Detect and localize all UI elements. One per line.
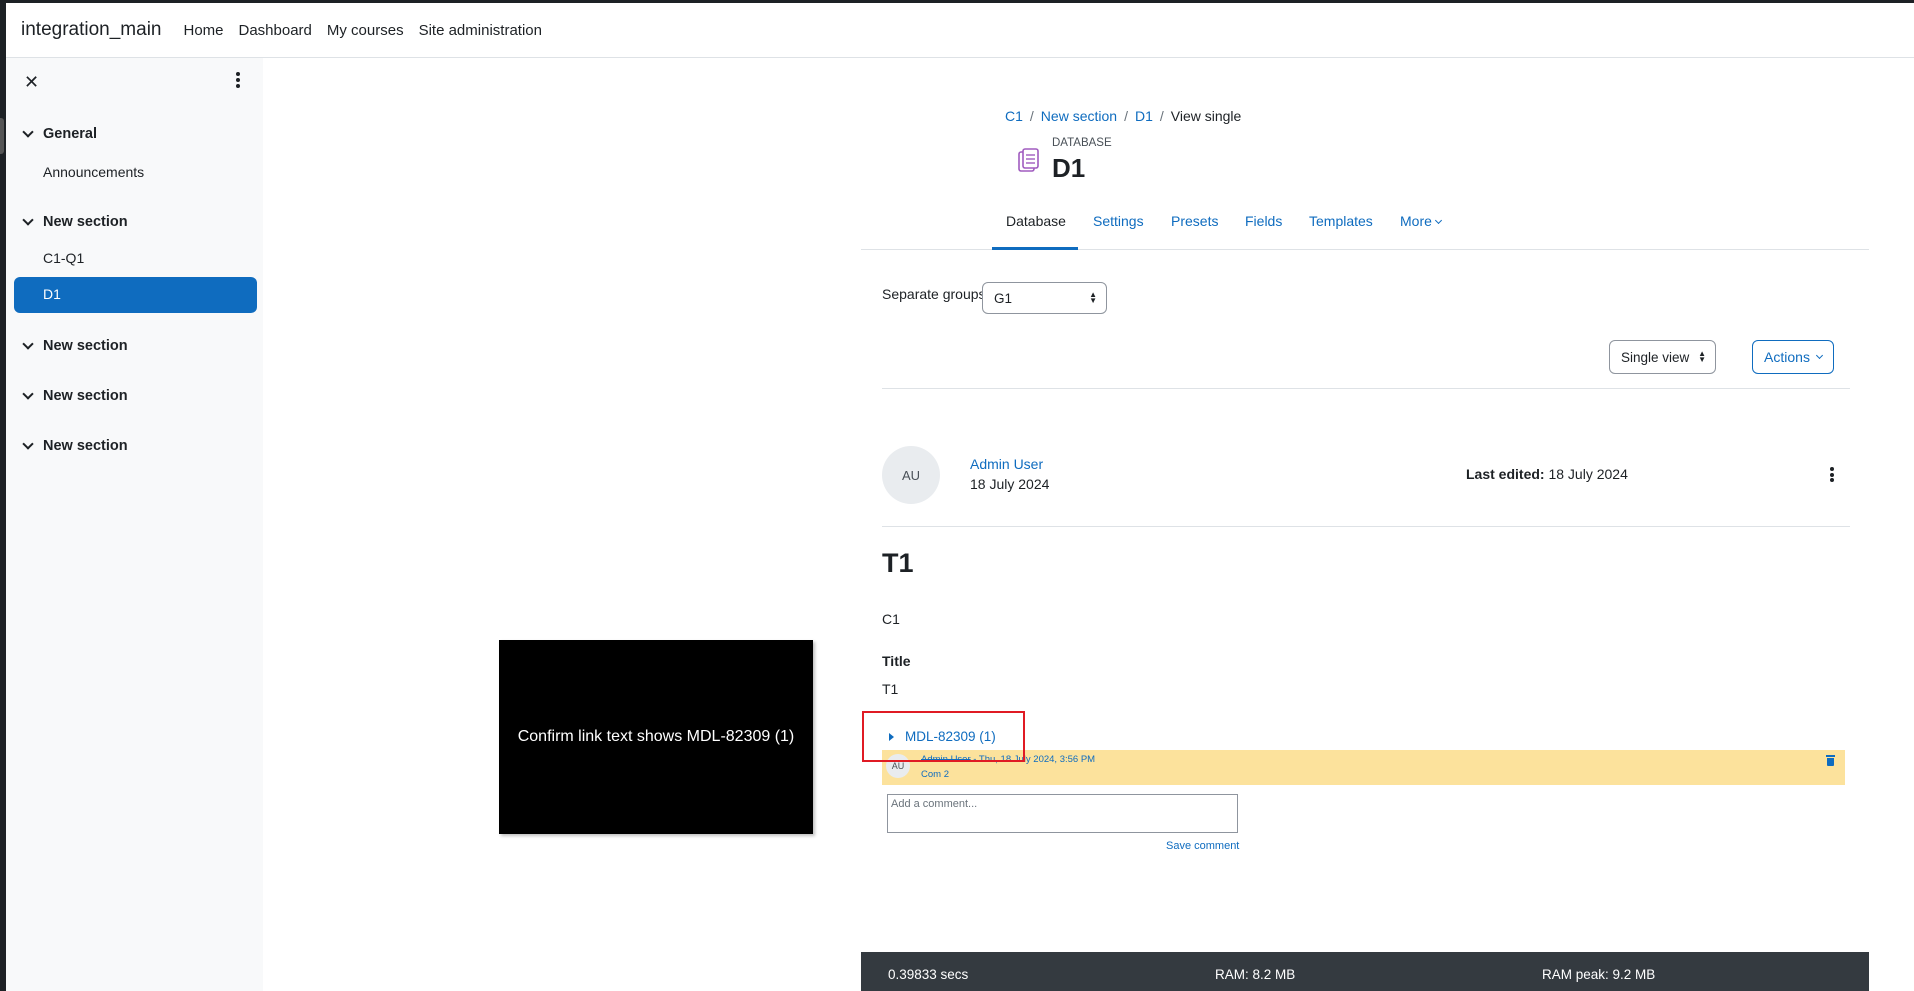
chevron-down-icon [22,213,34,226]
module-type-label: DATABASE [1052,137,1112,149]
footer-time: 0.39833 secs [888,967,969,982]
sidebar-item-c1-q1[interactable]: C1-Q1 [43,250,84,266]
section-title: New section [43,388,128,404]
nav-dashboard[interactable]: Dashboard [239,22,312,39]
divider [882,388,1850,389]
section-title: General [43,126,97,142]
database-icon [1018,148,1039,172]
breadcrumb: C1 / New section / D1 / View single [1005,108,1241,124]
chevron-down-icon [22,437,34,450]
actions-label: Actions [1764,349,1810,365]
breadcrumb-separator: / [1029,108,1034,124]
chevron-down-icon [22,387,34,400]
comment-input[interactable] [887,794,1238,833]
chevron-down-icon [22,337,34,350]
drawer-options-icon[interactable] [236,72,240,90]
delete-comment-icon[interactable] [1826,755,1835,766]
section-new-section-3[interactable]: New section [22,387,128,404]
primary-navigation: Home Dashboard My courses Site administr… [183,22,557,39]
breadcrumb-separator: / [1124,108,1128,124]
footer-ram: RAM: 8.2 MB [1215,967,1296,982]
site-brand[interactable]: integration_main [21,19,161,41]
comment-text: Com 2 [921,769,949,780]
breadcrumb-d1[interactable]: D1 [1135,108,1153,124]
close-drawer-icon[interactable]: ✕ [24,72,39,93]
section-new-section-2[interactable]: New section [22,337,128,354]
section-new-section-4[interactable]: New section [22,437,128,454]
overlay-text: Confirm link text shows MDL-82309 (1) [517,728,795,745]
chevron-down-icon [1434,216,1442,225]
nav-site-administration[interactable]: Site administration [419,22,542,39]
sidebar-item-announcements[interactable]: Announcements [43,164,144,180]
groups-label: Separate groups [882,286,986,302]
instruction-overlay: Confirm link text shows MDL-82309 (1) [499,640,813,834]
window-edge-tab [0,118,4,154]
chevron-down-icon [22,125,34,138]
view-mode-value: Single view [1621,349,1690,365]
breadcrumb-c1[interactable]: C1 [1005,108,1023,124]
section-new-section-1[interactable]: New section [22,213,128,230]
section-general[interactable]: General [22,125,97,142]
tab-more-label: More [1400,213,1432,229]
field-label: Title [882,653,911,669]
section-title: New section [43,338,128,354]
divider [882,526,1850,527]
nav-home[interactable]: Home [183,22,223,39]
last-edited-label: Last edited: [1466,466,1545,482]
select-arrows-icon: ▲ ▼ [1698,349,1706,364]
select-arrows-icon: ▲ ▼ [1089,290,1097,305]
author-link[interactable]: Admin User [970,456,1043,472]
tab-fields[interactable]: Fields [1245,213,1282,229]
comment-item: AU Admin User - Thu, 18 July 2024, 3:56 … [882,750,1845,785]
tab-templates[interactable]: Templates [1309,213,1373,229]
breadcrumb-current: View single [1170,108,1242,124]
view-mode-select[interactable]: Single view ▲ ▼ [1609,340,1716,374]
last-edited-value: 18 July 2024 [1548,466,1628,482]
tab-database[interactable]: Database [1006,213,1066,229]
entry-date: 18 July 2024 [970,476,1050,492]
field-value: T1 [882,681,899,697]
save-comment-link[interactable]: Save comment [1166,840,1239,852]
entry-content: C1 [882,611,900,627]
active-tab-indicator [992,247,1078,250]
group-select[interactable]: G1 ▲ ▼ [982,282,1107,314]
secondary-navigation: Database Settings Presets Fields Templat… [861,205,1869,250]
footer-ram-peak: RAM peak: 9.2 MB [1542,967,1656,982]
breadcrumb-new-section[interactable]: New section [1041,108,1117,124]
tab-settings[interactable]: Settings [1093,213,1144,229]
tab-more[interactable]: More [1400,213,1442,229]
section-title: New section [43,438,128,454]
highlight-annotation [862,711,1025,762]
section-title: New section [43,214,128,230]
entry-options-icon[interactable] [1830,467,1834,484]
avatar: AU [882,446,940,504]
course-index-drawer: ✕ General Announcements New section C1-Q… [6,58,263,991]
tab-presets[interactable]: Presets [1171,213,1218,229]
entry-title: T1 [882,548,914,578]
page-title: D1 [1052,153,1086,183]
last-edited: Last edited: 18 July 2024 [1466,466,1628,482]
group-select-value: G1 [994,290,1013,306]
actions-button[interactable]: Actions [1752,340,1834,374]
nav-my-courses[interactable]: My courses [327,22,404,39]
top-navbar: integration_main Home Dashboard My cours… [6,3,1914,58]
breadcrumb-separator: / [1159,108,1164,124]
performance-footer: 0.39833 secs RAM: 8.2 MB RAM peak: 9.2 M… [861,952,1869,991]
chevron-down-icon [1815,351,1823,360]
sidebar-item-d1[interactable]: D1 [14,277,257,313]
